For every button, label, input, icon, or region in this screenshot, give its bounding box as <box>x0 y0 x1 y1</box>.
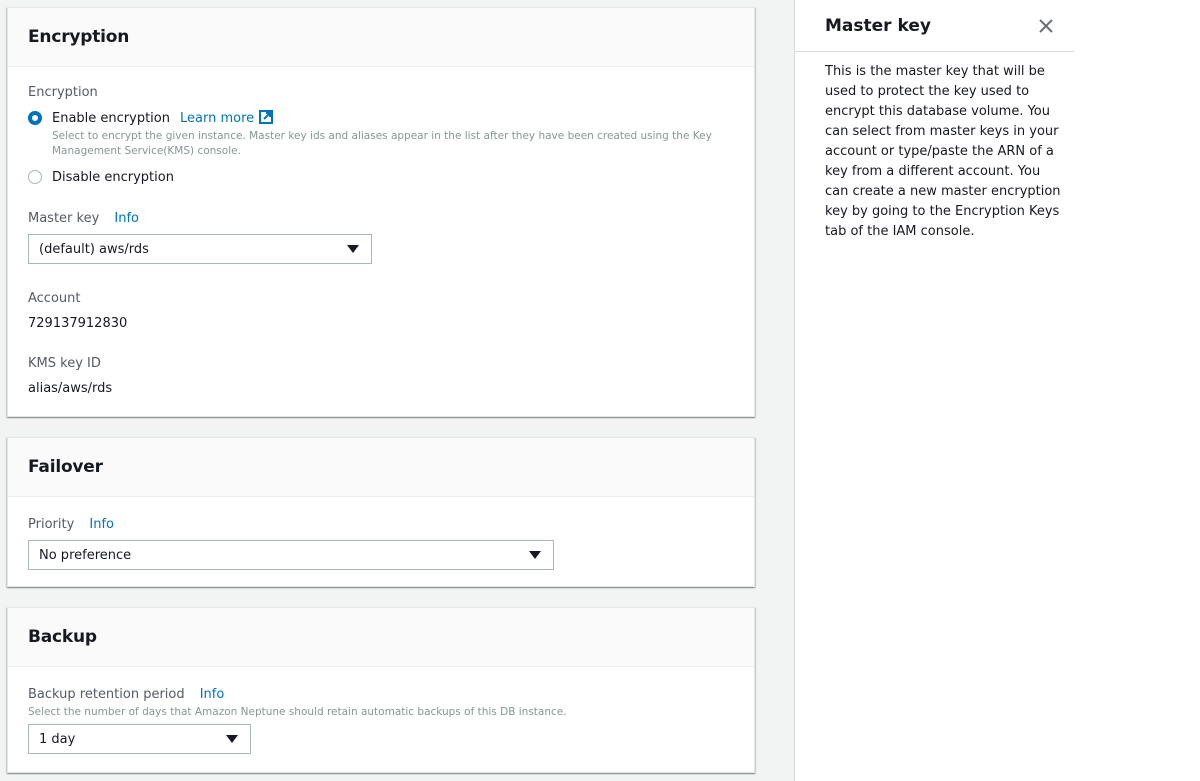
encryption-title: Encryption <box>28 27 130 47</box>
master-key-select[interactable]: (default) aws/rds <box>28 234 372 264</box>
master-key-label: Master key <box>28 211 100 226</box>
backup-retention-selected-value: 1 day <box>39 731 76 747</box>
learn-more-link[interactable]: Learn more <box>180 110 274 126</box>
master-key-info-link[interactable]: Info <box>114 211 139 226</box>
encryption-panel: Encryption Encryption Enable encryption … <box>7 7 755 417</box>
backup-panel: Backup Backup retention period Info Sele… <box>7 607 755 773</box>
encryption-panel-header: Encryption <box>8 8 754 67</box>
external-link-icon <box>259 110 274 124</box>
account-label: Account <box>28 291 81 306</box>
kms-key-id-field: KMS key ID alias/aws/rds <box>28 355 734 398</box>
priority-selected-value: No preference <box>39 547 132 563</box>
enable-encryption-radio-row[interactable]: Enable encryption Learn more <box>28 108 734 128</box>
help-panel-title: Master key <box>825 15 931 36</box>
disable-encryption-radio-row[interactable]: Disable encryption <box>28 167 734 187</box>
learn-more-text: Learn more <box>180 111 255 126</box>
caret-down-icon <box>347 245 359 253</box>
close-icon[interactable] <box>1038 18 1054 34</box>
priority-select[interactable]: No preference <box>28 540 554 570</box>
disable-encryption-radio[interactable] <box>28 170 42 184</box>
disable-encryption-label: Disable encryption <box>52 169 174 185</box>
help-panel-body: This is the master key that will be used… <box>825 64 1061 239</box>
backup-retention-label: Backup retention period <box>28 687 185 702</box>
account-field: Account 729137912830 <box>28 290 734 333</box>
encryption-field-label: Encryption <box>28 85 98 100</box>
master-key-field: Master key Info (default) aws/rds <box>28 207 734 264</box>
caret-down-icon <box>529 551 541 559</box>
enable-encryption-label: Enable encryption <box>52 110 170 126</box>
caret-down-icon <box>226 735 238 743</box>
backup-title: Backup <box>28 627 97 647</box>
master-key-selected-value: (default) aws/rds <box>39 241 149 257</box>
kms-key-id-value: alias/aws/rds <box>28 381 113 396</box>
account-value: 729137912830 <box>28 316 128 331</box>
enable-encryption-description: Select to encrypt the given instance. Ma… <box>52 130 712 157</box>
kms-key-id-label: KMS key ID <box>28 356 101 371</box>
priority-info-link[interactable]: Info <box>89 517 114 532</box>
backup-retention-description: Select the number of days that Amazon Ne… <box>28 706 567 718</box>
main-content: Encryption Encryption Enable encryption … <box>0 0 794 781</box>
backup-retention-info-link[interactable]: Info <box>200 687 225 702</box>
failover-panel-header: Failover <box>8 438 754 497</box>
backup-panel-header: Backup <box>8 608 754 667</box>
enable-encryption-radio[interactable] <box>28 111 42 125</box>
backup-retention-select[interactable]: 1 day <box>28 724 251 754</box>
help-panel-header: Master key <box>795 0 1074 52</box>
failover-title: Failover <box>28 457 103 477</box>
priority-label: Priority <box>28 517 75 532</box>
help-panel: Master key This is the master key that w… <box>794 0 1200 781</box>
failover-panel: Failover Priority Info No preference <box>7 437 755 587</box>
